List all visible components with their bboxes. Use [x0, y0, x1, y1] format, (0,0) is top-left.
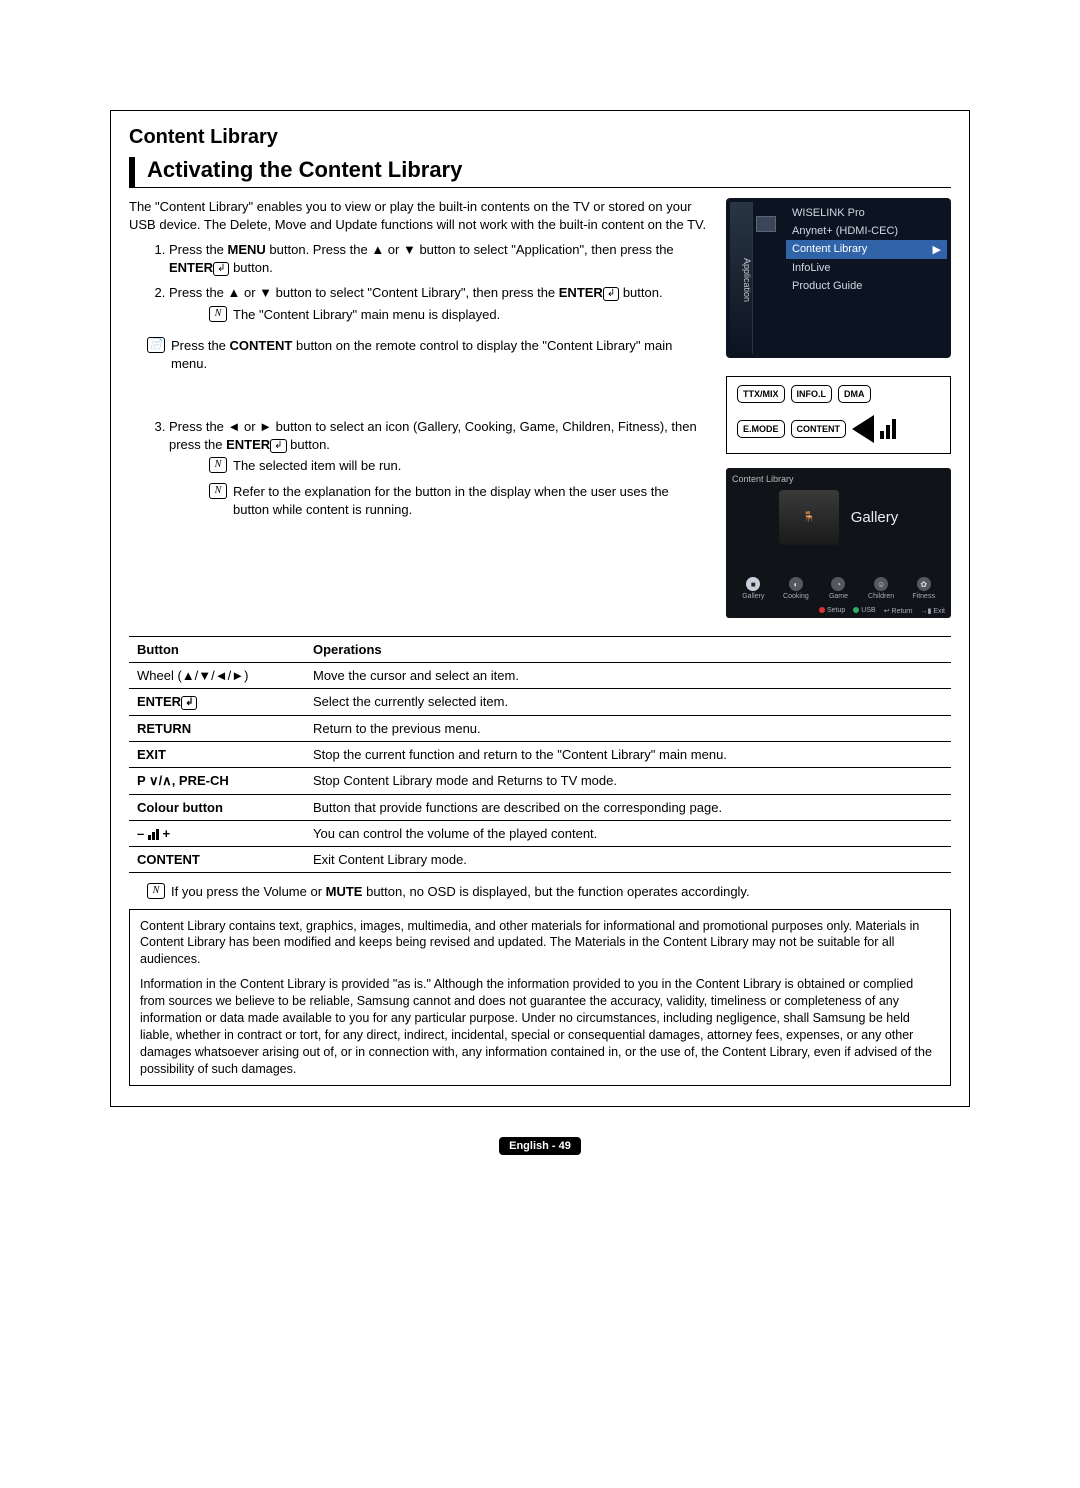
gallery-selected-label: Gallery	[851, 509, 899, 526]
gallery-category-icons: ■Gallery ◐Cooking ◔Game ☺Children ✿Fitne…	[732, 577, 945, 600]
volume-icon	[148, 829, 159, 840]
section-title: Content Library	[129, 126, 951, 149]
remote-btn-dma: DMA	[838, 385, 871, 403]
tv-menu-item: InfoLive	[786, 259, 947, 277]
remote-buttons-diagram: TTX/MIX INFO.L DMA E.MODE CONTENT	[726, 376, 951, 454]
tv-menu-item: Anynet+ (HDMI-CEC)	[786, 222, 947, 240]
gallery-icon-gallery: ■Gallery	[738, 577, 768, 600]
table-row: Wheel (▲/▼/◄/►)Move the cursor and selec…	[129, 663, 951, 689]
gallery-icon-game: ◔Game	[823, 577, 853, 600]
table-row: ENTER↲Select the currently selected item…	[129, 689, 951, 716]
subtitle-row: Activating the Content Library	[129, 157, 951, 188]
gallery-footer: Setup USB ↩ Return →▮ Exit	[732, 607, 945, 615]
table-row: Colour buttonButton that provide functio…	[129, 795, 951, 821]
tv-menu-item: WISELINK Pro	[786, 204, 947, 222]
remote-btn-infol: INFO.L	[791, 385, 833, 403]
tv-application-menu-screenshot: Application WISELINK Pro Anynet+ (HDMI-C…	[726, 198, 951, 358]
gallery-icon-children: ☺Children	[866, 577, 896, 600]
enter-icon: ↲	[213, 262, 229, 276]
tv-menu-item: Product Guide	[786, 277, 947, 295]
note-marker-icon: N	[209, 306, 227, 322]
note-marker-icon: N	[209, 457, 227, 473]
tv-menu-sidebar: Application	[730, 202, 753, 354]
pointer-arrow-icon	[852, 415, 874, 443]
intro-paragraph: The "Content Library" enables you to vie…	[129, 198, 708, 233]
step-3: Press the ◄ or ► button to select an ico…	[169, 418, 708, 518]
note-marker-icon: N	[209, 483, 227, 499]
page-number-badge: English - 49	[499, 1137, 581, 1155]
enter-icon: ↲	[270, 439, 286, 453]
disclaimer-paragraph-1: Content Library contains text, graphics,…	[140, 918, 940, 969]
step-3-note-2: NRefer to the explanation for the button…	[209, 483, 708, 518]
step-3-note-1: NThe selected item will be run.	[209, 457, 708, 475]
enter-icon: ↲	[603, 287, 619, 301]
disclaimer-box: Content Library contains text, graphics,…	[129, 909, 951, 1087]
step-2-note: NThe "Content Library" main menu is disp…	[209, 306, 708, 324]
tv-menu-icon	[756, 216, 776, 232]
note-marker-icon: N	[147, 883, 165, 899]
table-header-button: Button	[129, 637, 305, 663]
step-1: Press the MENU button. Press the ▲ or ▼ …	[169, 241, 708, 276]
gallery-preview-image: 🪑	[779, 490, 839, 545]
table-row: RETURNReturn to the previous menu.	[129, 716, 951, 742]
enter-icon: ↲	[181, 696, 197, 710]
table-row: P ∨/∧, PRE-CHStop Content Library mode a…	[129, 768, 951, 795]
remote-press-note: 📄 Press the CONTENT button on the remote…	[147, 337, 708, 372]
gallery-icon-fitness: ✿Fitness	[909, 577, 939, 600]
page-border: Content Library Activating the Content L…	[110, 110, 970, 1107]
table-row: CONTENTExit Content Library mode.	[129, 847, 951, 873]
subtitle: Activating the Content Library	[147, 157, 462, 187]
tv-menu-item-selected: Content Library▶	[786, 240, 947, 259]
content-library-gallery-screenshot: Content Library 🪑 Gallery ■Gallery ◐Cook…	[726, 468, 951, 618]
button-operations-table: Button Operations Wheel (▲/▼/◄/►)Move th…	[129, 636, 951, 873]
remote-marker-icon: 📄	[147, 337, 165, 353]
gallery-icon-cooking: ◐Cooking	[781, 577, 811, 600]
table-row: EXITStop the current function and return…	[129, 742, 951, 768]
table-header-operations: Operations	[305, 637, 951, 663]
gallery-header: Content Library	[732, 474, 945, 484]
remote-btn-ttxmix: TTX/MIX	[737, 385, 785, 403]
disclaimer-paragraph-2: Information in the Content Library is pr…	[140, 976, 940, 1077]
subtitle-accent-bar	[129, 157, 135, 187]
step-2: Press the ▲ or ▼ button to select "Conte…	[169, 284, 708, 323]
page-footer: English - 49	[110, 1137, 970, 1155]
volume-mute-note: N If you press the Volume or MUTE button…	[147, 883, 951, 901]
table-row: – +You can control the volume of the pla…	[129, 821, 951, 847]
remote-btn-emode: E.MODE	[737, 420, 785, 438]
remote-btn-content: CONTENT	[791, 420, 847, 438]
volume-bars-icon	[880, 419, 896, 439]
